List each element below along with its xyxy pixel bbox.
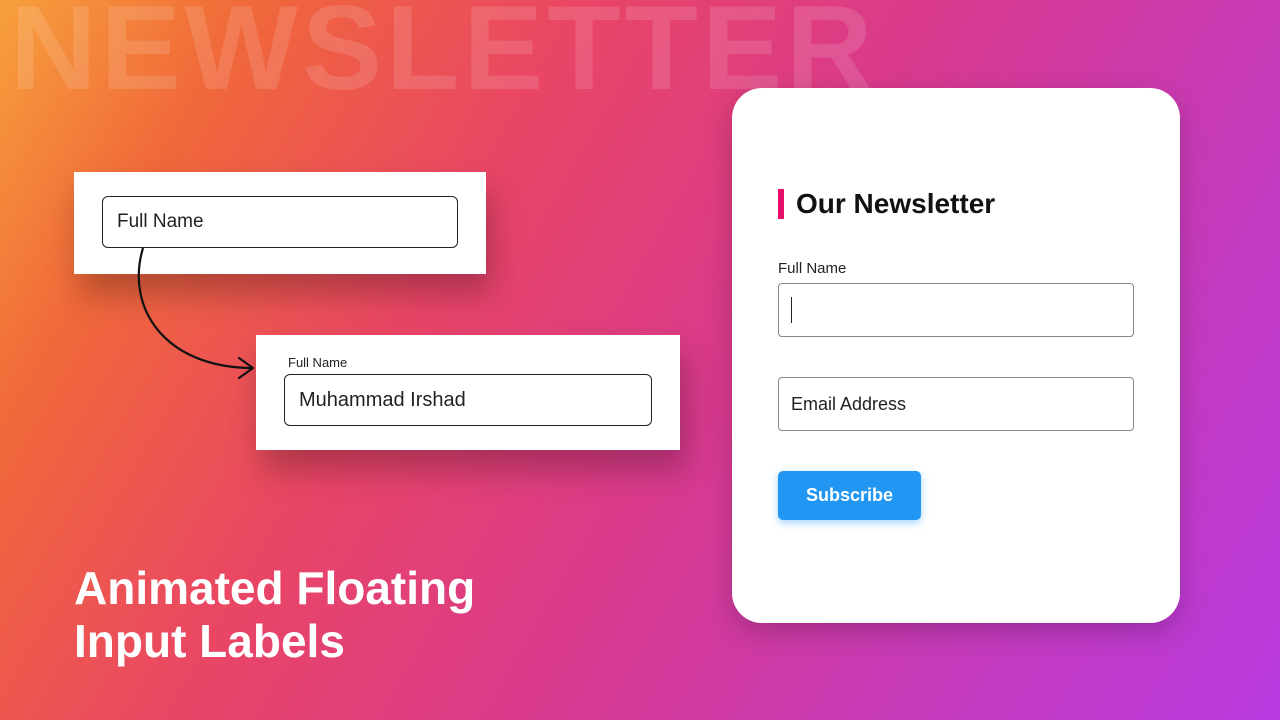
name-label: Full Name	[778, 260, 1134, 277]
floating-label: Full Name	[288, 355, 652, 370]
newsletter-card: Our Newsletter Full Name Email Address S…	[732, 88, 1180, 623]
demo-card-filled: Full Name Muhammad Irshad	[256, 335, 680, 450]
name-field-group: Full Name	[778, 260, 1134, 337]
name-input-filled-demo[interactable]: Muhammad Irshad	[284, 374, 652, 426]
email-input[interactable]: Email Address	[778, 377, 1134, 431]
card-title: Our Newsletter	[796, 188, 995, 220]
headline: Animated Floating Input Labels	[74, 562, 475, 668]
email-placeholder: Email Address	[791, 394, 906, 415]
headline-line-2: Input Labels	[74, 615, 475, 668]
demo-card-placeholder: Full Name	[74, 172, 486, 274]
text-cursor	[791, 297, 792, 323]
headline-line-1: Animated Floating	[74, 562, 475, 615]
name-input-placeholder-demo[interactable]: Full Name	[102, 196, 458, 248]
placeholder-label: Full Name	[117, 211, 204, 233]
name-input-value: Muhammad Irshad	[299, 389, 466, 412]
name-input[interactable]	[778, 283, 1134, 337]
email-field-group: Email Address	[778, 377, 1134, 431]
subscribe-button[interactable]: Subscribe	[778, 471, 921, 520]
card-title-row: Our Newsletter	[778, 188, 1134, 220]
title-accent-bar	[778, 189, 784, 219]
